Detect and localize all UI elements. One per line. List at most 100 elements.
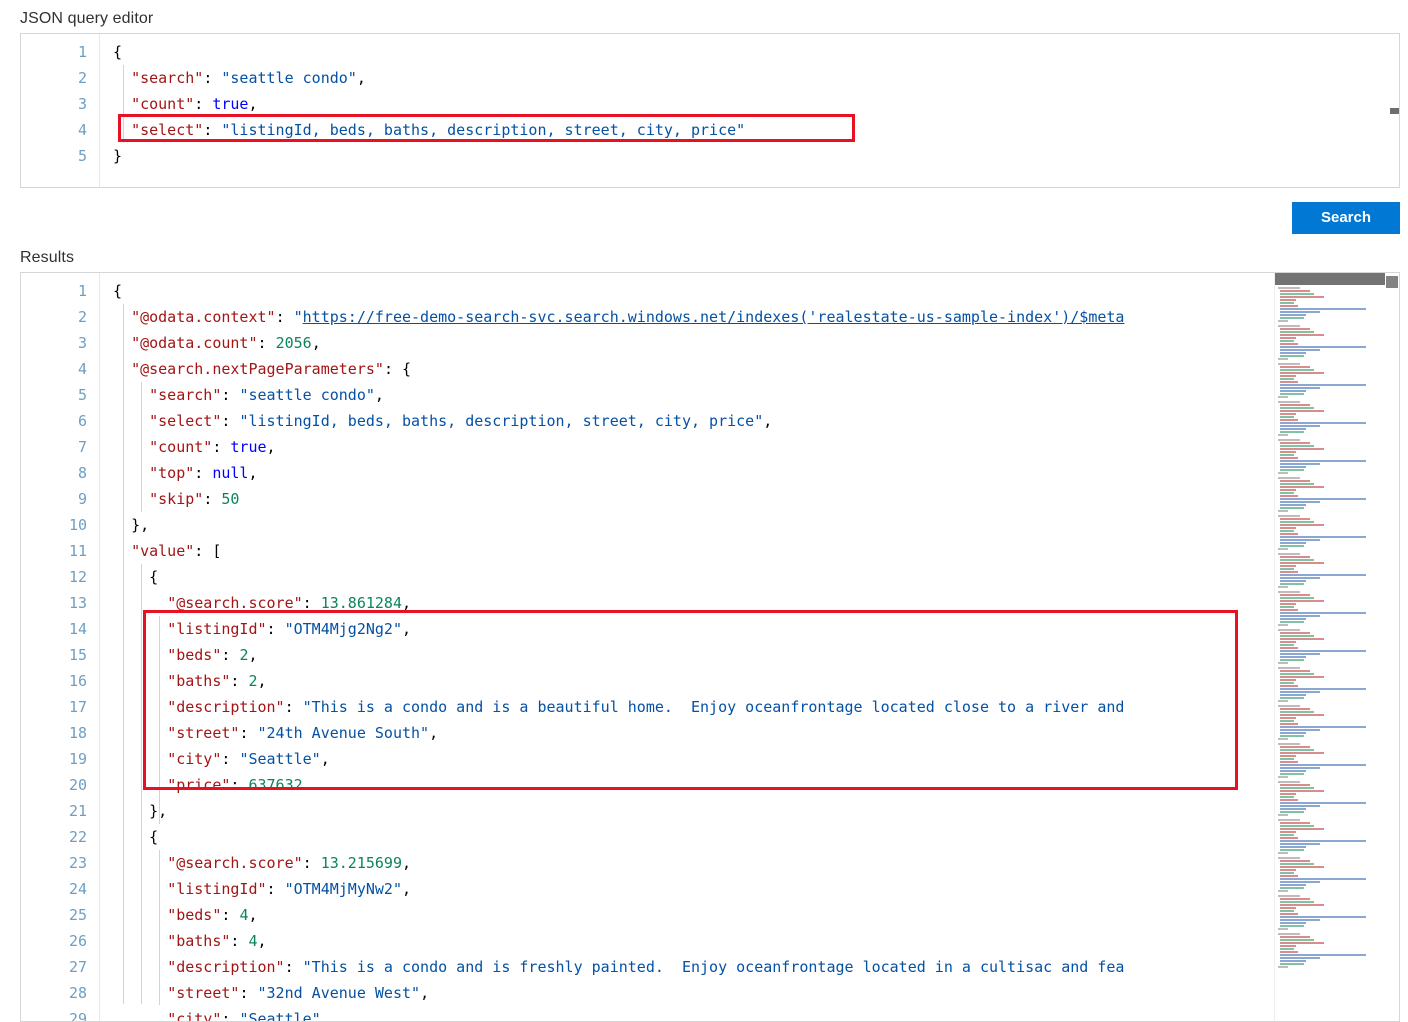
minimap-line [1280, 521, 1314, 523]
code-line[interactable]: "search": "seattle condo", [113, 65, 1399, 91]
minimap-line [1280, 539, 1320, 541]
minimap-line [1280, 849, 1304, 851]
minimap-line [1280, 773, 1304, 775]
minimap-line [1280, 694, 1306, 696]
code-line[interactable]: "beds": 2, [113, 642, 1399, 668]
minimap-line [1280, 951, 1298, 953]
minimap-line [1280, 796, 1294, 798]
minimap-line [1278, 325, 1300, 327]
minimap-line [1278, 553, 1300, 555]
code-line[interactable]: { [113, 824, 1399, 850]
code-line[interactable]: "city": "Seattle", [113, 746, 1399, 772]
minimap-line [1280, 846, 1306, 848]
minimap-line [1280, 507, 1304, 509]
minimap-line [1280, 770, 1306, 772]
results-editor[interactable]: 1 2 3 4 5 6 7 8 9 10 11 12 13 14 15 16 17 18 19 20 21 22 23 24 2… [20, 272, 1400, 1022]
minimap-line [1280, 670, 1310, 672]
code-line[interactable]: }, [113, 798, 1399, 824]
results-code-lines[interactable]: { "@odata.context": "https://free-demo-s… [113, 278, 1399, 1021]
minimap-line [1280, 545, 1304, 547]
minimap-line [1278, 439, 1300, 441]
minimap-line [1278, 776, 1288, 778]
minimap-line [1280, 419, 1298, 421]
minimap-line [1280, 302, 1294, 304]
minimap-line [1280, 948, 1294, 950]
minimap-line [1278, 320, 1288, 322]
minimap-line [1280, 483, 1314, 485]
minimap-line [1280, 822, 1310, 824]
code-line[interactable]: "beds": 4, [113, 902, 1399, 928]
code-line[interactable]: "@search.score": 13.215699, [113, 850, 1399, 876]
search-button[interactable]: Search [1292, 202, 1400, 234]
code-line[interactable]: "select": "listingId, beds, baths, descr… [113, 117, 1399, 143]
code-line[interactable]: "street": "24th Avenue South", [113, 720, 1399, 746]
minimap-slider[interactable] [1275, 273, 1385, 285]
minimap-line [1280, 404, 1310, 406]
minimap-line [1280, 492, 1294, 494]
minimap-line [1280, 583, 1304, 585]
minimap-line [1280, 679, 1296, 681]
json-query-editor[interactable]: 1 2 3 4 5 { "search": "seattle condo", "coun… [20, 33, 1400, 188]
minimap-line [1280, 603, 1296, 605]
code-line[interactable]: "city": "Seattle", [113, 1006, 1399, 1021]
query-code-area[interactable]: 1 2 3 4 5 { "search": "seattle condo", "coun… [21, 34, 1399, 187]
results-code-area[interactable]: 1 2 3 4 5 6 7 8 9 10 11 12 13 14 15 16 17 18 19 20 21 22 23 24 2… [21, 273, 1399, 1021]
minimap-line [1278, 928, 1288, 930]
minimap-line [1280, 805, 1320, 807]
minimap-line [1280, 793, 1296, 795]
minimap-line [1280, 518, 1310, 520]
code-line[interactable]: "select": "listingId, beds, baths, descr… [113, 408, 1399, 434]
query-code-lines[interactable]: { "search": "seattle condo", "count": tr… [113, 39, 1399, 169]
code-line[interactable]: }, [113, 512, 1399, 538]
code-line[interactable]: "count": true, [113, 434, 1399, 460]
minimap-line [1280, 682, 1294, 684]
results-label: Results [20, 249, 75, 266]
minimap-line [1280, 460, 1366, 462]
minimap-line [1280, 723, 1298, 725]
minimap-line [1280, 644, 1294, 646]
minimap-line [1280, 489, 1296, 491]
minimap-line [1280, 594, 1310, 596]
code-line[interactable]: "description": "This is a condo and is f… [113, 954, 1399, 980]
minimap-line [1280, 425, 1320, 427]
code-line[interactable]: "top": null, [113, 460, 1399, 486]
code-line[interactable]: "description": "This is a condo and is a… [113, 694, 1399, 720]
code-line[interactable]: "listingId": "OTM4Mjg2Ng2", [113, 616, 1399, 642]
code-line[interactable]: "street": "32nd Avenue West", [113, 980, 1399, 1006]
results-vertical-scrollbar[interactable] [1385, 273, 1399, 1021]
minimap-line [1280, 720, 1294, 722]
code-line[interactable]: "price": 637632 [113, 772, 1399, 798]
code-line[interactable]: "listingId": "OTM4MjMyNw2", [113, 876, 1399, 902]
code-line[interactable]: "baths": 2, [113, 668, 1399, 694]
code-line[interactable]: { [113, 564, 1399, 590]
minimap-line [1280, 331, 1314, 333]
minimap-line [1280, 577, 1320, 579]
minimap-line [1280, 919, 1320, 921]
code-line[interactable]: { [113, 39, 1399, 65]
results-minimap[interactable] [1274, 273, 1385, 1021]
minimap-line [1280, 726, 1366, 728]
results-vertical-scrollbar-thumb[interactable] [1386, 276, 1398, 288]
code-line[interactable]: } [113, 143, 1399, 169]
line-number: 2 [77, 69, 87, 87]
code-line[interactable]: "@search.score": 13.861284, [113, 590, 1399, 616]
minimap-line [1280, 752, 1324, 754]
minimap-line [1278, 629, 1300, 631]
code-line[interactable]: "@odata.count": 2056, [113, 330, 1399, 356]
query-horizontal-scrollbar-thumb[interactable] [1390, 108, 1399, 114]
code-line[interactable]: { [113, 278, 1399, 304]
code-line[interactable]: "@odata.context": "https://free-demo-sea… [113, 304, 1399, 330]
minimap-line [1280, 831, 1296, 833]
code-line[interactable]: "search": "seattle condo", [113, 382, 1399, 408]
minimap-line [1278, 472, 1288, 474]
code-line[interactable]: "value": [ [113, 538, 1399, 564]
code-line[interactable]: "count": true, [113, 91, 1399, 117]
code-line[interactable]: "@search.nextPageParameters": { [113, 356, 1399, 382]
code-line[interactable]: "baths": 4, [113, 928, 1399, 954]
minimap-line [1280, 328, 1310, 330]
minimap-line [1280, 787, 1314, 789]
json-query-editor-label: JSON query editor [20, 10, 154, 27]
minimap-line [1280, 621, 1304, 623]
minimap-line [1280, 612, 1366, 614]
code-line[interactable]: "skip": 50 [113, 486, 1399, 512]
